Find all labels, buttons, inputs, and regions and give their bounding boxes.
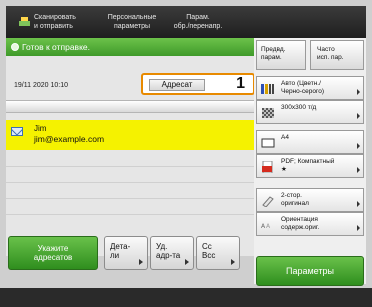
destination-counter[interactable]: Адресат 1: [141, 73, 255, 95]
orientation-value: Ориентация содерж.ориг.: [281, 216, 320, 231]
details-button[interactable]: Дета- ли: [104, 236, 148, 270]
chevron-right-icon: [357, 143, 360, 149]
delete-destination-label: Уд. адр-та: [156, 242, 181, 260]
duplex-icon: [262, 196, 274, 207]
details-label: Дета- ли: [110, 242, 131, 260]
original-size-value: A4: [281, 134, 289, 141]
status-ready-icon: [11, 43, 19, 51]
file-format-setting[interactable]: PDF; Компактный ★: [256, 154, 364, 178]
chevron-right-icon: [357, 201, 360, 207]
list-divider: [6, 182, 256, 183]
resolution-value: 300x300 т/д: [281, 104, 317, 111]
tab-personal-label: Персональные параметры: [107, 14, 157, 30]
chevron-right-icon: [357, 225, 360, 231]
parameters-button[interactable]: Параметры: [256, 256, 364, 286]
list-divider: [6, 214, 256, 215]
tab-scan-label: Сканировать и отправить: [34, 14, 76, 30]
orientation-icon: A A: [261, 223, 271, 230]
tab-forwarding-settings[interactable]: Парам. обр./перенапр.: [168, 6, 228, 38]
chevron-right-icon: [357, 113, 360, 119]
resolution-setting[interactable]: 300x300 т/д: [256, 100, 364, 124]
duplex-value: 2-стор. оригинал: [281, 192, 309, 207]
chevron-right-icon: [357, 89, 360, 95]
cc-bcc-label: Сс Всс: [202, 242, 216, 260]
frequent-settings-label: Часто исп. пар.: [317, 46, 344, 61]
datetime-label: 19/11 2020 10:10: [14, 82, 68, 89]
parameters-label: Параметры: [286, 266, 334, 276]
list-divider: [6, 166, 256, 167]
tab-scan-and-send[interactable]: Сканировать и отправить: [12, 6, 94, 38]
top-tab-bar: Сканировать и отправить Персональные пар…: [6, 6, 366, 38]
list-divider: [6, 198, 256, 199]
chevron-right-icon: [185, 259, 189, 265]
scan-send-screen: Сканировать и отправить Персональные пар…: [0, 0, 372, 307]
tab-personal-settings[interactable]: Персональные параметры: [102, 6, 162, 38]
list-header-bar: [6, 100, 256, 113]
resolution-icon: [262, 108, 274, 118]
status-text: Готов к отправке.: [22, 42, 90, 52]
color-mode-setting[interactable]: Авто (Цветн./ Черно-серого): [256, 76, 364, 100]
frequent-settings-button[interactable]: Часто исп. пар.: [310, 40, 364, 70]
orientation-setting[interactable]: A A Ориентация содерж.ориг.: [256, 212, 364, 236]
preview-settings-label: Предвд. парам.: [261, 46, 286, 61]
pdf-icon: [262, 161, 273, 173]
color-icon: [261, 84, 274, 94]
scan-icon: [19, 17, 30, 26]
status-bar: Готов к отправке.: [6, 38, 256, 56]
destination-count: 1: [236, 75, 245, 92]
settings-column: Предвд. парам. Часто исп. пар. Авто (Цве…: [254, 38, 366, 284]
file-format-value: PDF; Компактный ★: [281, 158, 335, 173]
original-size-setting[interactable]: A4: [256, 130, 364, 154]
chevron-right-icon: [357, 167, 360, 173]
specify-destination-button[interactable]: Укажите адресатов: [8, 236, 98, 270]
specify-destination-label: Укажите адресатов: [33, 244, 73, 262]
svg-text:A: A: [266, 223, 271, 230]
chevron-right-icon: [139, 259, 143, 265]
delete-destination-button[interactable]: Уд. адр-та: [150, 236, 194, 270]
preview-settings-button[interactable]: Предвд. парам.: [256, 40, 306, 70]
original-size-icon: [261, 138, 275, 148]
chevron-right-icon: [231, 259, 235, 265]
destination-email: jim@example.com: [34, 134, 105, 144]
duplex-setting[interactable]: 2-стор. оригинал: [256, 188, 364, 212]
destination-label: Адресат: [149, 79, 205, 91]
bottom-strip: [0, 288, 372, 307]
email-icon: [11, 127, 23, 136]
color-mode-value: Авто (Цветн./ Черно-серого): [281, 80, 325, 95]
destination-panel: 19/11 2020 10:10 Адресат 1 Jim jim@examp…: [6, 56, 256, 256]
cc-bcc-button[interactable]: Сс Всс: [196, 236, 240, 270]
tab-forwarding-label: Парам. обр./перенапр.: [173, 14, 223, 30]
destination-name: Jim: [34, 124, 47, 133]
destination-row[interactable]: Jim jim@example.com: [6, 120, 256, 150]
